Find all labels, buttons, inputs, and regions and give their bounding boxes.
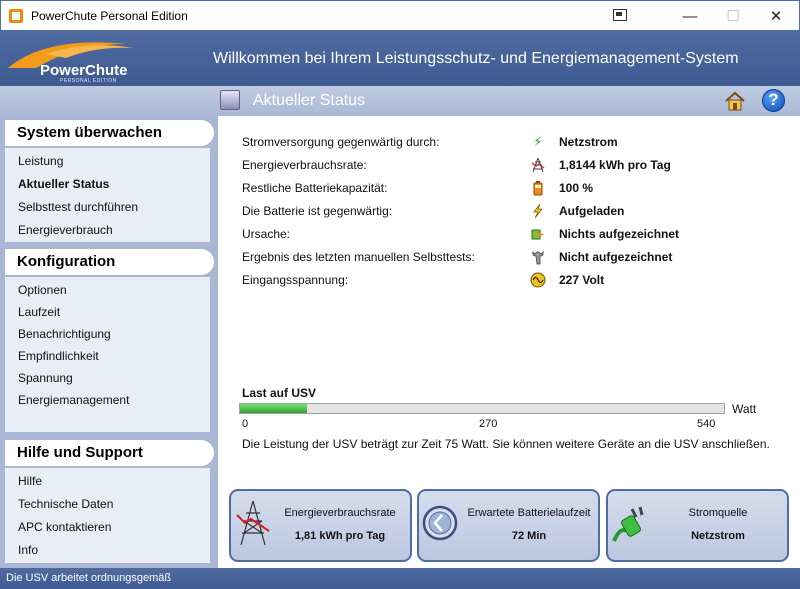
- tower-icon: [531, 157, 545, 173]
- load-tick: 0: [242, 418, 249, 430]
- section-konfiguration: Konfiguration: [5, 249, 214, 275]
- sidebar-item-optionen[interactable]: Optionen: [18, 283, 67, 297]
- status-label: Stromversorgung gegenwärtig durch:: [242, 135, 440, 149]
- section-system-ueberwachen: System überwachen: [5, 120, 214, 146]
- status-value: 227 Volt: [559, 273, 605, 287]
- sidebar-item-empfindlichkeit[interactable]: Empfindlichkeit: [18, 349, 99, 363]
- status-label: Eingangsspannung:: [242, 273, 349, 287]
- status-page-icon: [220, 90, 240, 110]
- home-icon[interactable]: [724, 90, 746, 112]
- lightning-icon: [533, 203, 543, 219]
- arrow-icon: [531, 229, 544, 240]
- sidebar-item-laufzeit[interactable]: Laufzeit: [18, 305, 60, 319]
- card-value: Netzstrom: [691, 530, 745, 542]
- sidebar-item-energiemanagement[interactable]: Energiemanagement: [18, 393, 129, 407]
- card-batterielaufzeit[interactable]: Erwartete Batterielaufzeit 72 Min: [417, 489, 600, 562]
- app-icon: [9, 9, 23, 23]
- sidebar-item-apc-kontaktieren[interactable]: APC kontaktieren: [18, 520, 111, 534]
- status-label: Die Batterie ist gegenwärtig:: [242, 204, 393, 218]
- card-stromquelle[interactable]: Stromquelle Netzstrom: [606, 489, 789, 562]
- close-button[interactable]: ✕: [753, 1, 799, 31]
- load-unit: Watt: [732, 402, 757, 416]
- card-energieverbrauchsrate[interactable]: Energieverbrauchsrate 1,81 kWh pro Tag: [229, 489, 412, 562]
- status-bar: Die USV arbeitet ordnungsgemäß: [0, 568, 800, 589]
- sidebar-item-energieverbrauch[interactable]: Energieverbrauch: [18, 223, 113, 237]
- status-value: Aufgeladen: [559, 204, 625, 218]
- load-description: Die Leistung der USV beträgt zur Zeit 75…: [242, 437, 770, 451]
- sidebar-item-selbsttest[interactable]: Selbsttest durchführen: [18, 200, 138, 214]
- card-label: Stromquelle: [688, 507, 748, 519]
- status-value: Netzstrom: [559, 135, 618, 149]
- plug-icon: ⚡: [533, 134, 543, 149]
- sine-wave-icon: [530, 272, 546, 288]
- title-bar: PowerChute Personal Edition — ☐ ✕: [0, 0, 800, 30]
- plug-icon: [612, 506, 644, 542]
- section-hilfe-und-support: Hilfe und Support: [5, 440, 214, 466]
- status-value: 100 %: [559, 181, 594, 195]
- status-label: Ergebnis des letzten manuellen Selbsttes…: [242, 250, 475, 264]
- load-tick: 540: [697, 418, 716, 430]
- sidebar-item-hilfe[interactable]: Hilfe: [18, 474, 42, 488]
- snap-icon[interactable]: [613, 9, 627, 21]
- status-label: Restliche Batteriekapazität:: [242, 181, 388, 195]
- wrench-icon: [532, 251, 544, 265]
- logo-text: PowerChute: [40, 62, 128, 79]
- card-value: 72 Min: [511, 530, 547, 542]
- status-value: Nicht aufgezeichnet: [559, 250, 673, 264]
- load-progress-bar: [239, 403, 725, 414]
- maximize-button[interactable]: ☐: [710, 1, 756, 31]
- status-label: Ursache:: [242, 227, 291, 241]
- status-value: 1,8144 kWh pro Tag: [559, 158, 671, 172]
- status-value: Nichts aufgezeichnet: [559, 227, 680, 241]
- banner-title: Willkommen bei Ihrem Leistungsschutz- un…: [213, 50, 739, 67]
- help-icon[interactable]: ?: [762, 89, 785, 112]
- card-value: 1,81 kWh pro Tag: [294, 530, 386, 542]
- sidebar-item-benachrichtigung[interactable]: Benachrichtigung: [18, 327, 111, 341]
- card-label: Erwartete Batterielaufzeit: [467, 507, 591, 519]
- sidebar-item-spannung[interactable]: Spannung: [18, 371, 73, 385]
- sidebar-item-aktueller-status[interactable]: Aktueller Status: [18, 177, 109, 191]
- page-title: Aktueller Status: [253, 92, 366, 109]
- clock-icon: [422, 505, 458, 541]
- minimize-button[interactable]: —: [667, 1, 713, 31]
- battery-icon: [533, 181, 543, 196]
- sidebar-item-technische-daten[interactable]: Technische Daten: [18, 497, 113, 511]
- tower-icon: [236, 500, 270, 546]
- load-title: Last auf USV: [242, 386, 317, 400]
- sub-header: [0, 86, 800, 116]
- load-tick: 270: [479, 418, 498, 430]
- load-progress-fill: [240, 404, 308, 413]
- card-label: Energieverbrauchsrate: [284, 507, 396, 519]
- status-label: Energieverbrauchsrate:: [242, 158, 367, 172]
- window-title: PowerChute Personal Edition: [31, 9, 188, 23]
- sidebar-item-leistung[interactable]: Leistung: [18, 154, 63, 168]
- sidebar-item-info[interactable]: Info: [18, 543, 38, 557]
- logo-subtext: PERSONAL EDITION: [60, 78, 117, 84]
